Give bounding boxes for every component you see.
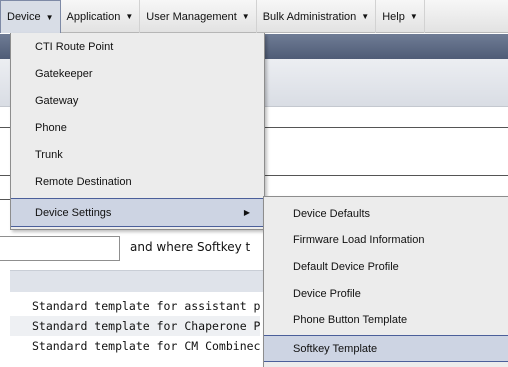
submenu-item-device-profile[interactable]: Device Profile xyxy=(264,281,508,307)
menu-item-device-settings[interactable]: Device Settings ▶ xyxy=(11,198,264,227)
filter-criteria-label: and where Softkey t xyxy=(130,240,251,254)
submenu-item-label: Default Device Profile xyxy=(293,261,399,273)
menu-item-label: Trunk xyxy=(35,148,63,161)
table-row[interactable]: Standard template for assistant phc xyxy=(10,296,260,316)
menu-device-label: Device xyxy=(7,11,41,23)
table-row[interactable]: Standard template for Chaperone Pl xyxy=(10,316,260,336)
menu-item-label: Phone xyxy=(35,121,67,134)
menu-item-label: Device Settings xyxy=(35,206,112,219)
menu-help[interactable]: Help ▼ xyxy=(376,0,425,33)
table-row[interactable]: Standard template for CM Combinec xyxy=(10,336,260,356)
menu-application[interactable]: Application ▼ xyxy=(61,0,141,33)
submenu-item-firmware-load-information[interactable]: Firmware Load Information xyxy=(264,227,508,253)
menu-item-gateway[interactable]: Gateway xyxy=(11,87,264,114)
menu-item-label: Gatekeeper xyxy=(35,67,93,80)
submenu-item-label: Device Defaults xyxy=(293,208,371,220)
menu-item-label: Gateway xyxy=(35,94,79,107)
chevron-down-icon: ▼ xyxy=(125,12,134,21)
submenu-item-label: Softkey Template xyxy=(293,342,378,355)
submenu-item-label: Firmware Load Information xyxy=(293,234,425,246)
device-dropdown-menu: CTI Route Point Gatekeeper Gateway Phone… xyxy=(10,33,265,230)
chevron-down-icon: ▼ xyxy=(409,12,418,21)
submenu-item-label: Phone Button Template xyxy=(293,314,408,326)
menu-user-management-label: User Management xyxy=(146,10,237,23)
search-input[interactable] xyxy=(0,236,120,261)
device-settings-submenu: Device Defaults Firmware Load Informatio… xyxy=(263,196,508,367)
menu-device[interactable]: Device ▼ xyxy=(0,0,61,33)
menu-bulk-administration-label: Bulk Administration xyxy=(262,10,357,23)
menu-application-label: Application xyxy=(66,10,121,23)
chevron-down-icon: ▼ xyxy=(241,12,250,21)
submenu-item-default-device-profile[interactable]: Default Device Profile xyxy=(264,254,508,280)
menu-item-cti-route-point[interactable]: CTI Route Point xyxy=(11,33,264,60)
submenu-item-softkey-template[interactable]: Softkey Template xyxy=(264,335,508,362)
menu-item-label: CTI Route Point xyxy=(35,40,114,53)
chevron-down-icon: ▼ xyxy=(45,12,54,22)
menu-help-label: Help xyxy=(382,10,405,23)
menu-item-gatekeeper[interactable]: Gatekeeper xyxy=(11,60,264,87)
chevron-right-icon: ▶ xyxy=(243,208,250,217)
menu-item-phone[interactable]: Phone xyxy=(11,114,264,141)
menu-user-management[interactable]: User Management ▼ xyxy=(140,0,257,33)
submenu-item-label: Device Profile xyxy=(293,288,361,300)
chevron-down-icon: ▼ xyxy=(361,12,370,21)
menu-bulk-administration[interactable]: Bulk Administration ▼ xyxy=(257,0,377,33)
menu-item-trunk[interactable]: Trunk xyxy=(11,141,264,168)
menu-item-remote-destination[interactable]: Remote Destination xyxy=(11,168,264,195)
menu-item-label: Remote Destination xyxy=(35,175,132,188)
submenu-item-device-defaults[interactable]: Device Defaults xyxy=(264,201,508,227)
submenu-item-phone-button-template[interactable]: Phone Button Template xyxy=(264,307,508,333)
main-menubar: Device ▼ Application ▼ User Management ▼… xyxy=(0,0,508,33)
